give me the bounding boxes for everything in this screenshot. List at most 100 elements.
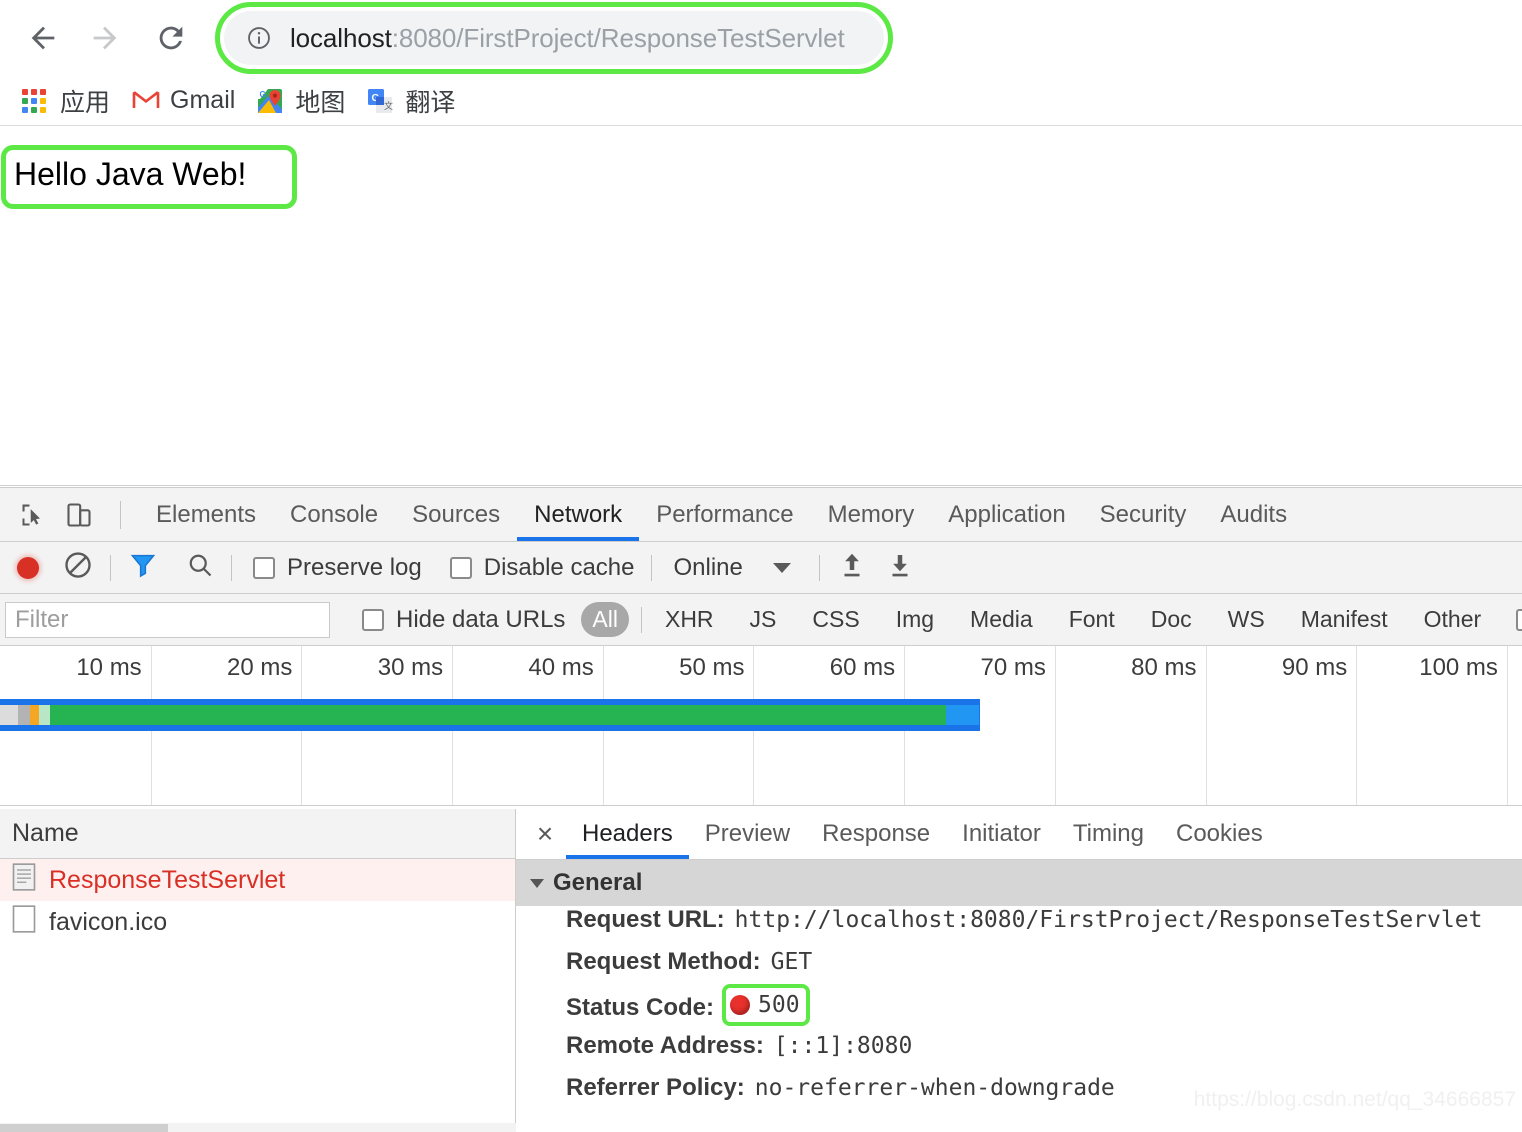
- bookmark-label: 地图: [295, 88, 346, 117]
- download-har-icon[interactable]: [885, 550, 915, 585]
- filter-type-doc[interactable]: Doc: [1140, 602, 1203, 637]
- url-host: localhost: [290, 22, 392, 53]
- google-translate-icon: G 文: [367, 88, 393, 114]
- tick-label: 100 ms: [1419, 654, 1498, 681]
- tick-label: 50 ms: [679, 654, 745, 681]
- bookmark-apps[interactable]: 应用: [22, 83, 110, 119]
- devtools-panel: Elements Console Sources Network Perform…: [0, 487, 1522, 1132]
- field-status-code: Status Code: 500: [516, 984, 1522, 1032]
- back-button[interactable]: [20, 15, 66, 61]
- funnel-icon[interactable]: [128, 550, 158, 585]
- request-list: Name ResponseTestServlet favicon.ico: [0, 809, 516, 1132]
- checkbox-box[interactable]: [449, 556, 472, 579]
- field-key: Request Method:: [566, 948, 761, 975]
- filter-type-all[interactable]: All: [581, 602, 629, 637]
- filter-type-js[interactable]: JS: [739, 602, 788, 637]
- search-icon[interactable]: [186, 551, 214, 584]
- tab-preview[interactable]: Preview: [689, 809, 806, 859]
- tick-label: 60 ms: [829, 654, 896, 681]
- arrow-right-icon: [88, 21, 122, 55]
- status-badge: 500: [722, 984, 810, 1026]
- tab-memory[interactable]: Memory: [811, 488, 932, 541]
- bookmarks-bar: 应用 Gmail G 地图 G 文 翻译: [0, 76, 1522, 126]
- reload-button[interactable]: [148, 15, 194, 61]
- throttling-dropdown-value[interactable]: Online: [673, 554, 742, 582]
- table-row[interactable]: favicon.ico: [0, 901, 515, 943]
- info-circle-icon[interactable]: [246, 25, 272, 51]
- close-icon[interactable]: ×: [524, 813, 566, 855]
- divider: [818, 554, 820, 581]
- field-value: [::1]:8080: [773, 1033, 913, 1059]
- hide-data-urls-checkbox[interactable]: Hide data URLs: [362, 606, 565, 634]
- filter-type-xhr[interactable]: XHR: [654, 602, 725, 637]
- tick-label: 80 ms: [1131, 654, 1197, 681]
- network-bottom-split: Name ResponseTestServlet favicon.ico × H…: [0, 809, 1522, 1132]
- network-overview-timeline[interactable]: 10 ms 20 ms 30 ms 40 ms 50 ms 60 ms 70 ms 80 ms…: [0, 646, 1522, 806]
- tick-label: 30 ms: [377, 654, 444, 681]
- disable-cache-checkbox[interactable]: Disable cache: [449, 554, 634, 582]
- tab-security[interactable]: Security: [1083, 488, 1204, 541]
- google-maps-icon: G: [257, 88, 283, 114]
- gridline: [1054, 646, 1056, 805]
- tick-label: 20 ms: [227, 654, 293, 681]
- waterfall-segment-content-download: [49, 705, 947, 725]
- preserve-log-checkbox[interactable]: Preserve log: [253, 554, 422, 582]
- tab-audits[interactable]: Audits: [1203, 488, 1304, 541]
- tab-sources[interactable]: Sources: [395, 488, 517, 541]
- network-controls: Preserve log Disable cache Online: [0, 542, 1522, 594]
- record-button[interactable]: [17, 556, 39, 579]
- page-body-text: Hello Java Web!: [14, 156, 247, 192]
- filter-type-css[interactable]: CSS: [801, 602, 870, 637]
- tab-network[interactable]: Network: [517, 488, 640, 541]
- tab-timing[interactable]: Timing: [1057, 809, 1160, 859]
- filter-type-manifest[interactable]: Manifest: [1290, 602, 1399, 637]
- bookmark-translate[interactable]: G 文 翻译: [367, 83, 455, 119]
- waterfall-segment-stalled: [18, 705, 31, 725]
- filter-input[interactable]: Filter: [5, 601, 330, 638]
- tab-cookies[interactable]: Cookies: [1160, 809, 1279, 859]
- field-key: Referrer Policy:: [566, 1074, 745, 1101]
- bookmark-maps[interactable]: G 地图: [257, 83, 345, 119]
- tab-performance[interactable]: Performance: [639, 488, 810, 541]
- field-request-method: Request Method: GET: [516, 948, 1522, 990]
- horizontal-scrollbar[interactable]: [0, 1123, 516, 1132]
- tab-console[interactable]: Console: [273, 488, 395, 541]
- only-show-requests-checkbox[interactable]: Only show r: [1516, 606, 1522, 634]
- hide-data-urls-label: Hide data URLs: [396, 605, 566, 633]
- scrollbar-thumb[interactable]: [0, 1124, 168, 1132]
- tab-response[interactable]: Response: [806, 809, 946, 859]
- device-toolbar-icon[interactable]: [56, 494, 102, 536]
- section-header-general[interactable]: General: [516, 860, 1522, 906]
- waterfall-segment-queueing: [0, 705, 19, 725]
- checkbox-box[interactable]: [253, 556, 275, 579]
- filter-type-media[interactable]: Media: [959, 602, 1044, 637]
- gridline: [1205, 646, 1207, 805]
- table-row[interactable]: ResponseTestServlet: [0, 859, 515, 901]
- filter-type-img[interactable]: Img: [885, 602, 945, 637]
- tab-headers[interactable]: Headers: [566, 809, 689, 859]
- tick-label: 40 ms: [528, 654, 594, 681]
- divider: [231, 554, 232, 581]
- chevron-down-icon[interactable]: [772, 562, 791, 573]
- tab-elements[interactable]: Elements: [139, 488, 273, 541]
- status-code-value: 500: [758, 992, 800, 1018]
- filter-type-ws[interactable]: WS: [1217, 602, 1276, 637]
- har-buttons: [837, 550, 915, 585]
- gmail-icon: [132, 88, 160, 114]
- filter-type-font[interactable]: Font: [1058, 602, 1126, 637]
- inspect-element-icon[interactable]: [10, 494, 56, 536]
- checkbox-box[interactable]: [362, 608, 384, 631]
- address-bar[interactable]: localhost:8080/FirstProject/ResponseTest…: [224, 11, 884, 65]
- bookmark-gmail[interactable]: Gmail: [132, 83, 235, 119]
- request-name: favicon.ico: [49, 907, 168, 936]
- section-title: General: [553, 869, 643, 896]
- column-header-name[interactable]: Name: [0, 809, 515, 859]
- tick-label: 70 ms: [980, 654, 1046, 681]
- checkbox-box[interactable]: [1516, 608, 1522, 631]
- forward-button[interactable]: [82, 15, 128, 61]
- tab-initiator[interactable]: Initiator: [946, 809, 1057, 859]
- upload-har-icon[interactable]: [837, 550, 867, 585]
- filter-type-other[interactable]: Other: [1413, 602, 1493, 637]
- clear-icon[interactable]: [63, 550, 93, 585]
- tab-application[interactable]: Application: [931, 488, 1082, 541]
